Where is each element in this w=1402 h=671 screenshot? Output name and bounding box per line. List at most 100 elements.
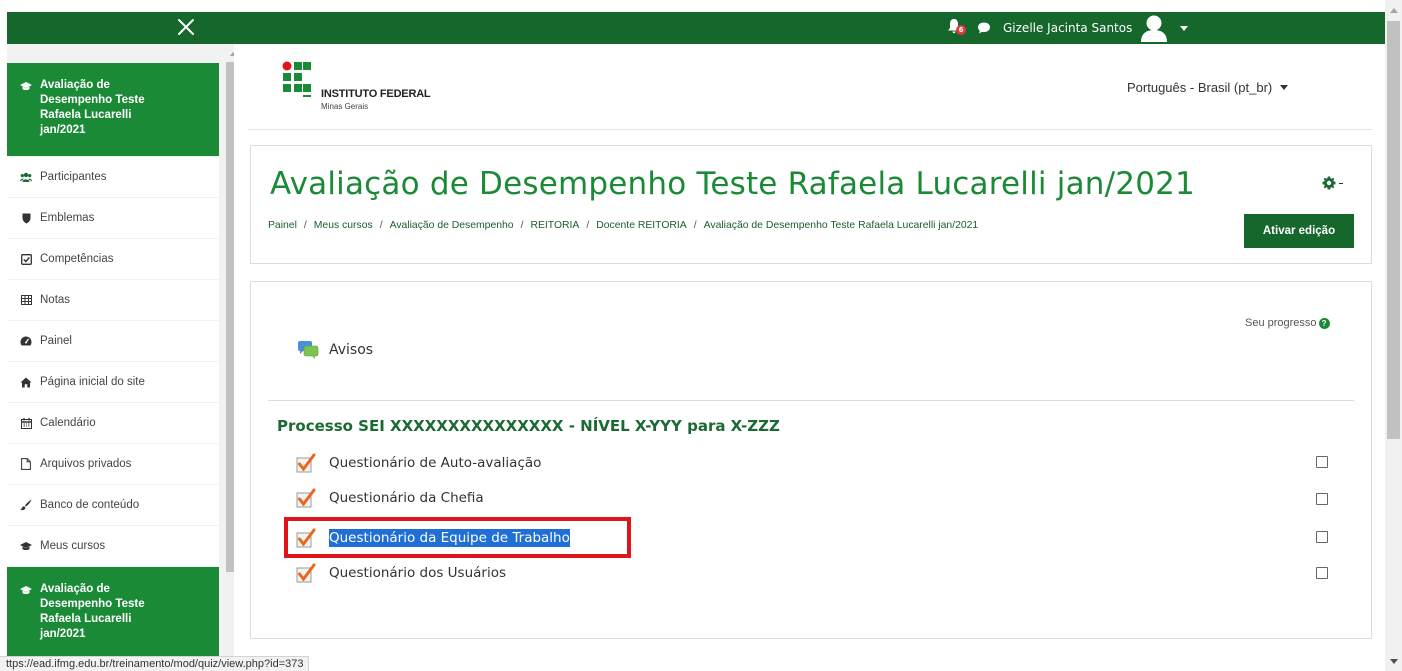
announcements-label: Avisos <box>329 342 374 358</box>
breadcrumb-painel[interactable]: Painel <box>268 220 297 231</box>
scroll-up-icon[interactable] <box>1390 8 1398 13</box>
help-icon[interactable]: ? <box>1318 317 1330 329</box>
breadcrumb-separator: / <box>379 220 383 231</box>
chevron-down-icon[interactable] <box>1180 25 1189 31</box>
institute-logo[interactable]: INSTITUTO FEDERAL Minas Gerais <box>282 61 482 111</box>
shield-icon <box>20 212 32 224</box>
logo-name: INSTITUTO FEDERAL <box>321 88 431 100</box>
completion-checkbox[interactable] <box>1316 456 1328 468</box>
sidebar-item-label: Competências <box>40 253 114 265</box>
scroll-down-icon[interactable] <box>1390 659 1398 664</box>
quiz-icon <box>296 488 316 508</box>
sidebar-item-grades[interactable]: Notas <box>7 280 219 320</box>
sidebar-item-label: Avaliação de Desempenho Teste Rafaela Lu… <box>40 583 145 640</box>
scrollbar-thumb[interactable] <box>226 62 234 572</box>
breadcrumb-reitoria[interactable]: REITORIA <box>530 220 579 231</box>
course-settings-menu[interactable] <box>1322 176 1343 190</box>
user-menu-area: 6 Gizelle Jacinta Santos <box>947 12 1189 44</box>
logo-mark <box>282 61 311 97</box>
sidebar-item-calendar[interactable]: Calendário <box>7 403 219 443</box>
section-divider <box>268 400 1354 401</box>
page-scrollbar[interactable] <box>1385 0 1402 671</box>
completion-checkbox[interactable] <box>1316 493 1328 505</box>
sidebar-item-private-files[interactable]: Arquivos privados <box>7 444 219 484</box>
sidebar-item-label: Página inicial do site <box>40 376 145 388</box>
scrollbar-thumb[interactable] <box>1387 21 1400 439</box>
breadcrumb-category[interactable]: Avaliação de Desempenho <box>390 220 514 231</box>
activity-users[interactable]: Questionário dos Usuários <box>296 562 506 584</box>
activity-label: Questionário dos Usuários <box>329 565 506 581</box>
notifications-button[interactable]: 6 <box>947 18 969 38</box>
highlight-box <box>284 517 631 558</box>
forum-icon <box>298 341 319 359</box>
sidebar-item-label: Arquivos privados <box>40 458 132 470</box>
sidebar-item-site-home[interactable]: Página inicial do site <box>7 362 219 402</box>
sidebar-item-current-course[interactable]: Avaliação de Desempenho Teste Rafaela Lu… <box>7 567 219 656</box>
breadcrumb-separator: / <box>303 220 307 231</box>
logo-subtitle: Minas Gerais <box>321 102 369 111</box>
chevron-down-icon <box>1280 85 1289 90</box>
top-navbar: 6 Gizelle Jacinta Santos <box>7 12 1385 44</box>
sidebar-item-label: Meus cursos <box>40 540 106 552</box>
breadcrumb-my-courses[interactable]: Meus cursos <box>314 220 373 231</box>
sidebar-item-label: Calendário <box>40 417 96 429</box>
announcements-link[interactable]: Avisos <box>297 340 373 360</box>
notification-count-badge: 6 <box>956 25 966 35</box>
breadcrumb-separator: / <box>520 220 524 231</box>
sidebar-scrollbar[interactable] <box>226 44 234 656</box>
completion-checkbox[interactable] <box>1316 567 1328 579</box>
activity-label: Questionário de Auto-avaliação <box>329 455 542 471</box>
brush-icon <box>20 499 32 511</box>
check-square-icon <box>20 253 32 265</box>
page-title: Avaliação de Desempenho Teste Rafaela Lu… <box>270 166 1195 202</box>
activity-self-evaluation[interactable]: Questionário de Auto-avaliação <box>296 452 541 474</box>
dashboard-icon <box>20 335 32 347</box>
breadcrumb-separator: / <box>586 220 590 231</box>
sidebar-item-course[interactable]: Avaliação de Desempenho Teste Rafaela Lu… <box>7 63 219 156</box>
enable-editing-button[interactable]: Ativar edição <box>1244 214 1354 248</box>
sidebar-drawer: Avaliação de Desempenho Teste Rafaela Lu… <box>7 44 234 656</box>
sidebar-item-label: Notas <box>40 294 71 306</box>
status-bar-url: ttps://ead.ifmg.edu.br/treinamento/mod/q… <box>0 656 309 671</box>
progress-indicator: Seu progresso ? <box>1245 317 1330 329</box>
close-icon <box>178 19 194 35</box>
activity-label: Questionário da Chefia <box>329 490 484 506</box>
sidebar-item-label: Participantes <box>40 171 107 183</box>
sidebar-item-dashboard[interactable]: Painel <box>7 321 219 361</box>
chevron-down-icon <box>1339 182 1343 184</box>
completion-checkbox[interactable] <box>1316 531 1328 543</box>
gear-icon <box>1322 176 1336 190</box>
chat-icon[interactable] <box>977 21 991 35</box>
activity-supervisor[interactable]: Questionário da Chefia <box>296 487 484 509</box>
file-icon <box>20 458 32 470</box>
sidebar-nav: Avaliação de Desempenho Teste Rafaela Lu… <box>7 63 219 656</box>
language-selector[interactable]: Português - Brasil (pt_br) <box>1127 80 1289 95</box>
sidebar-item-my-courses[interactable]: Meus cursos <box>7 526 219 566</box>
sidebar-item-participants[interactable]: Participantes <box>7 157 219 197</box>
course-header-card <box>250 145 1372 264</box>
progress-label: Seu progresso <box>1245 317 1317 329</box>
quiz-icon <box>296 453 316 473</box>
close-drawer-button[interactable] <box>174 15 198 39</box>
user-name[interactable]: Gizelle Jacinta Santos <box>1003 21 1132 35</box>
graduation-cap-icon <box>20 80 32 92</box>
sidebar-item-competencies[interactable]: Competências <box>7 239 219 279</box>
graduation-cap-icon <box>20 584 32 596</box>
quiz-icon <box>296 563 316 583</box>
scroll-up-icon[interactable] <box>230 52 234 56</box>
breadcrumb: Painel / Meus cursos / Avaliação de Desempen… <box>268 220 978 231</box>
sidebar-item-label: Emblemas <box>40 212 95 224</box>
sidebar-item-badges[interactable]: Emblemas <box>7 198 219 238</box>
breadcrumb-docente-reitoria[interactable]: Docente REITORIA <box>596 220 686 231</box>
avatar[interactable] <box>1138 13 1170 43</box>
sidebar-item-label: Painel <box>40 335 72 347</box>
sidebar-item-label: Banco de conteúdo <box>40 499 140 511</box>
users-icon <box>20 171 32 183</box>
language-label: Português - Brasil (pt_br) <box>1127 80 1273 95</box>
calendar-icon <box>20 417 32 429</box>
sidebar-item-content-bank[interactable]: Banco de conteúdo <box>7 485 219 525</box>
section-title: Processo SEI XXXXXXXXXXXXXXX - NÍVEL X-Y… <box>277 417 780 435</box>
graduation-cap-icon <box>20 540 32 552</box>
breadcrumb-current-course[interactable]: Avaliação de Desempenho Teste Rafaela Lu… <box>704 220 979 231</box>
breadcrumb-separator: / <box>693 220 697 231</box>
